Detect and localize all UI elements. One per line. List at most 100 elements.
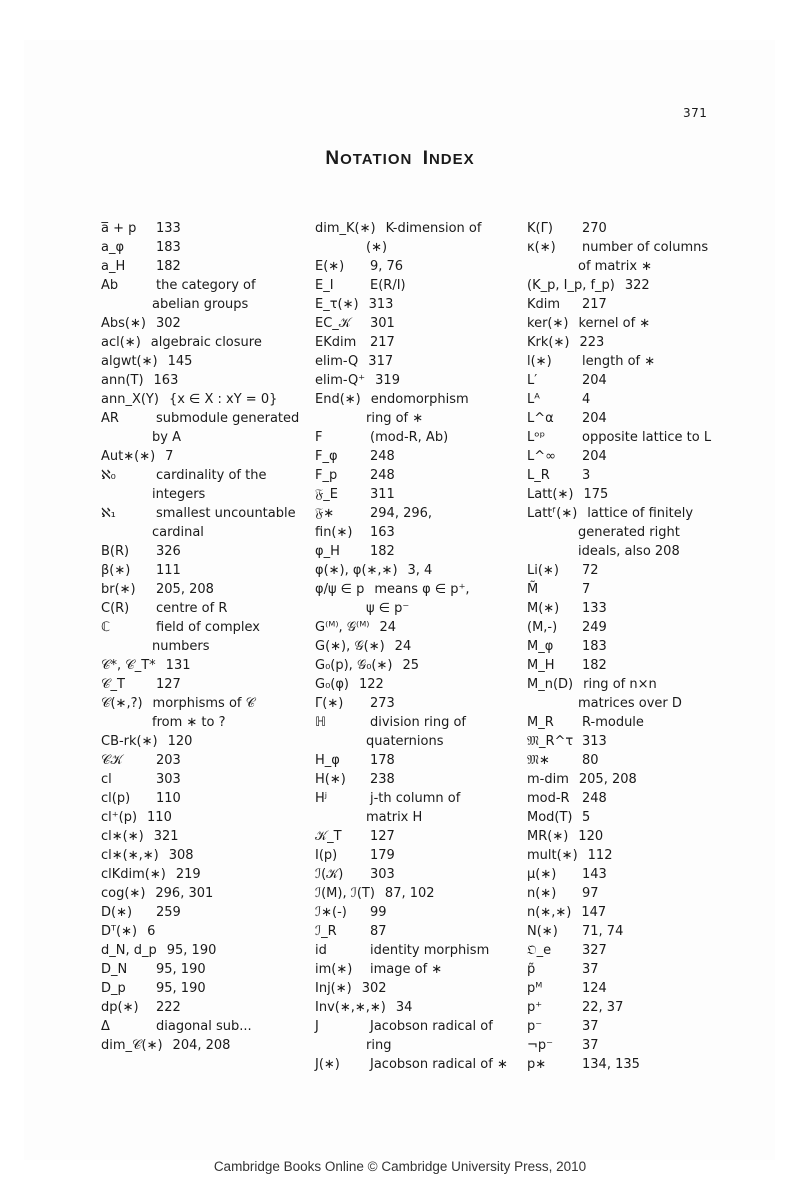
entry-symbol: EKdim (315, 335, 357, 350)
entry-symbol: F_φ (315, 449, 338, 464)
index-entry: ℍdivision ring of (315, 713, 525, 732)
entry-reference: 95, 190 (156, 981, 206, 996)
entry-reference: (mod-R, Ab) (370, 430, 449, 445)
entry-symbol: 𝔉∗ (315, 506, 335, 521)
entry-reference: 217 (370, 335, 395, 350)
entry-reference: 3, 4 (407, 563, 433, 578)
entry-symbol: dp(∗) (101, 1000, 139, 1015)
entry-symbol: J(∗) (315, 1057, 340, 1072)
entry-symbol: N(∗) (527, 924, 558, 939)
entry-symbol: D(∗) (101, 905, 133, 920)
index-entry: F_φ 248 (315, 447, 525, 466)
entry-symbol: cog(∗) (101, 886, 146, 901)
index-entry: Dᵀ(∗) 6 (101, 922, 311, 941)
entry-symbol: cl (101, 772, 112, 787)
entry-symbol: Inv(∗,∗,∗) (315, 1000, 386, 1015)
entry-symbol: mod-R (527, 791, 570, 806)
entry-symbol: β(∗) (101, 563, 131, 578)
entry-symbol: ℂ (101, 620, 111, 635)
entry-reference: 319 (375, 373, 400, 388)
index-entry: dim_𝒞(∗) 204, 208 (101, 1036, 311, 1055)
index-entry: D(∗) 259 (101, 903, 311, 922)
entry-symbol: Lattᶠ(∗) (527, 506, 578, 521)
entry-continuation: generated right (578, 525, 680, 540)
entry-reference: 7 (582, 582, 591, 597)
entry-reference: 321 (153, 829, 179, 844)
index-entry: M_H 182 (527, 656, 742, 675)
index-entry: l(∗) length of ∗ (527, 352, 742, 371)
entry-symbol: ℐ(M), ℐ(T) (315, 886, 375, 901)
index-entry: CB-rk(∗) 120 (101, 732, 311, 751)
entry-reference: 203 (156, 753, 181, 768)
index-entry: a̅ + p 133 (101, 219, 311, 238)
entry-reference: 37 (582, 1019, 599, 1034)
entry-reference: 183 (582, 639, 607, 654)
entry-symbol: κ(∗) (527, 240, 556, 255)
entry-symbol: p∗ (527, 1057, 547, 1072)
entry-symbol: algwt(∗) (101, 354, 158, 369)
entry-reference: 134, 135 (582, 1057, 640, 1072)
entry-symbol: F (315, 430, 323, 445)
index-entry: Lᵒᵖ opposite lattice to L (527, 428, 742, 447)
index-entry: Kdim 217 (527, 295, 742, 314)
entry-reference: 131 (165, 658, 191, 673)
index-entry: AR submodule generated (101, 409, 311, 428)
index-entry: p̃ 37 (527, 960, 742, 979)
index-entry: mult(∗) 112 (527, 846, 742, 865)
index-entry: J Jacobson radical of (315, 1017, 525, 1036)
entry-symbol: MR(∗) (527, 829, 569, 844)
index-entry: M_n(D) ring of n×n (527, 675, 742, 694)
entry-symbol: Δ (101, 1019, 110, 1034)
index-entry: J(∗) Jacobson radical of ∗ (315, 1055, 525, 1074)
entry-reference: 248 (582, 791, 607, 806)
entry-symbol: Li(∗) (527, 563, 559, 578)
entry-symbol: cl∗(∗) (101, 829, 144, 844)
entry-symbol: E(∗) (315, 259, 345, 274)
index-entry: 𝒞_T 127 (101, 675, 311, 694)
index-entry: Δdiagonal sub... (101, 1017, 311, 1036)
title-rest: OTATION (340, 151, 413, 168)
entry-reference: smallest uncountable (156, 506, 296, 521)
entry-symbol: 𝔉_E (315, 487, 338, 502)
entry-symbol: (K_p, I_p, f_p) (527, 278, 615, 293)
entry-symbol: Lᵒᵖ (527, 430, 546, 445)
entry-symbol: G₀(p), 𝒢₀(∗) (315, 658, 393, 673)
index-entry: β(∗) 111 (101, 561, 311, 580)
entry-symbol: p⁺ (527, 1000, 543, 1015)
entry-reference: 259 (156, 905, 181, 920)
entry-symbol: G⁽ᴹ⁾, 𝒢⁽ᴹ⁾ (315, 620, 370, 635)
entry-reference: cardinality of the (156, 468, 267, 483)
index-entry: a_H 182 (101, 257, 311, 276)
index-entry: MR(∗) 120 (527, 827, 742, 846)
entry-symbol: B(R) (101, 544, 130, 559)
entry-reference: 308 (168, 848, 194, 863)
entry-reference: 248 (370, 449, 395, 464)
index-entry: id identity morphism (315, 941, 525, 960)
entry-continuation: ring (366, 1038, 392, 1053)
entry-reference: 95, 190 (156, 962, 206, 977)
index-entry: cl(p) 110 (101, 789, 311, 808)
entry-symbol: D_p (101, 981, 126, 996)
index-entry: ℐ_R 87 (315, 922, 525, 941)
index-entry: N(∗) 71, 74 (527, 922, 742, 941)
page-number: 371 (683, 106, 708, 120)
title-initial: N (325, 148, 341, 169)
entry-reference: 248 (370, 468, 395, 483)
entry-reference: 249 (582, 620, 607, 635)
entry-reference: the category of (156, 278, 256, 293)
entry-symbol: p⁻ (527, 1019, 543, 1034)
entry-reference: 270 (582, 221, 607, 236)
entry-reference: algebraic closure (150, 335, 262, 350)
entry-reference: 217 (582, 297, 607, 312)
entry-reference: 296, 301 (155, 886, 214, 901)
index-entry: F_p 248 (315, 466, 525, 485)
entry-symbol: n(∗,∗) (527, 905, 572, 920)
entry-symbol: ℵ₀ (101, 468, 116, 483)
index-entry: 𝔉∗ 294, 296, (315, 504, 525, 523)
entry-reference: 311 (370, 487, 395, 502)
index-entry: E(∗) 9, 76 (315, 257, 525, 276)
index-entry: cl 303 (101, 770, 311, 789)
index-entry: H_φ 178 (315, 751, 525, 770)
entry-symbol: C(R) (101, 601, 130, 616)
index-column-2: dim_K(∗) K-dimension of (∗) E(∗) 9, 76 E_I E(R… (315, 219, 525, 1074)
